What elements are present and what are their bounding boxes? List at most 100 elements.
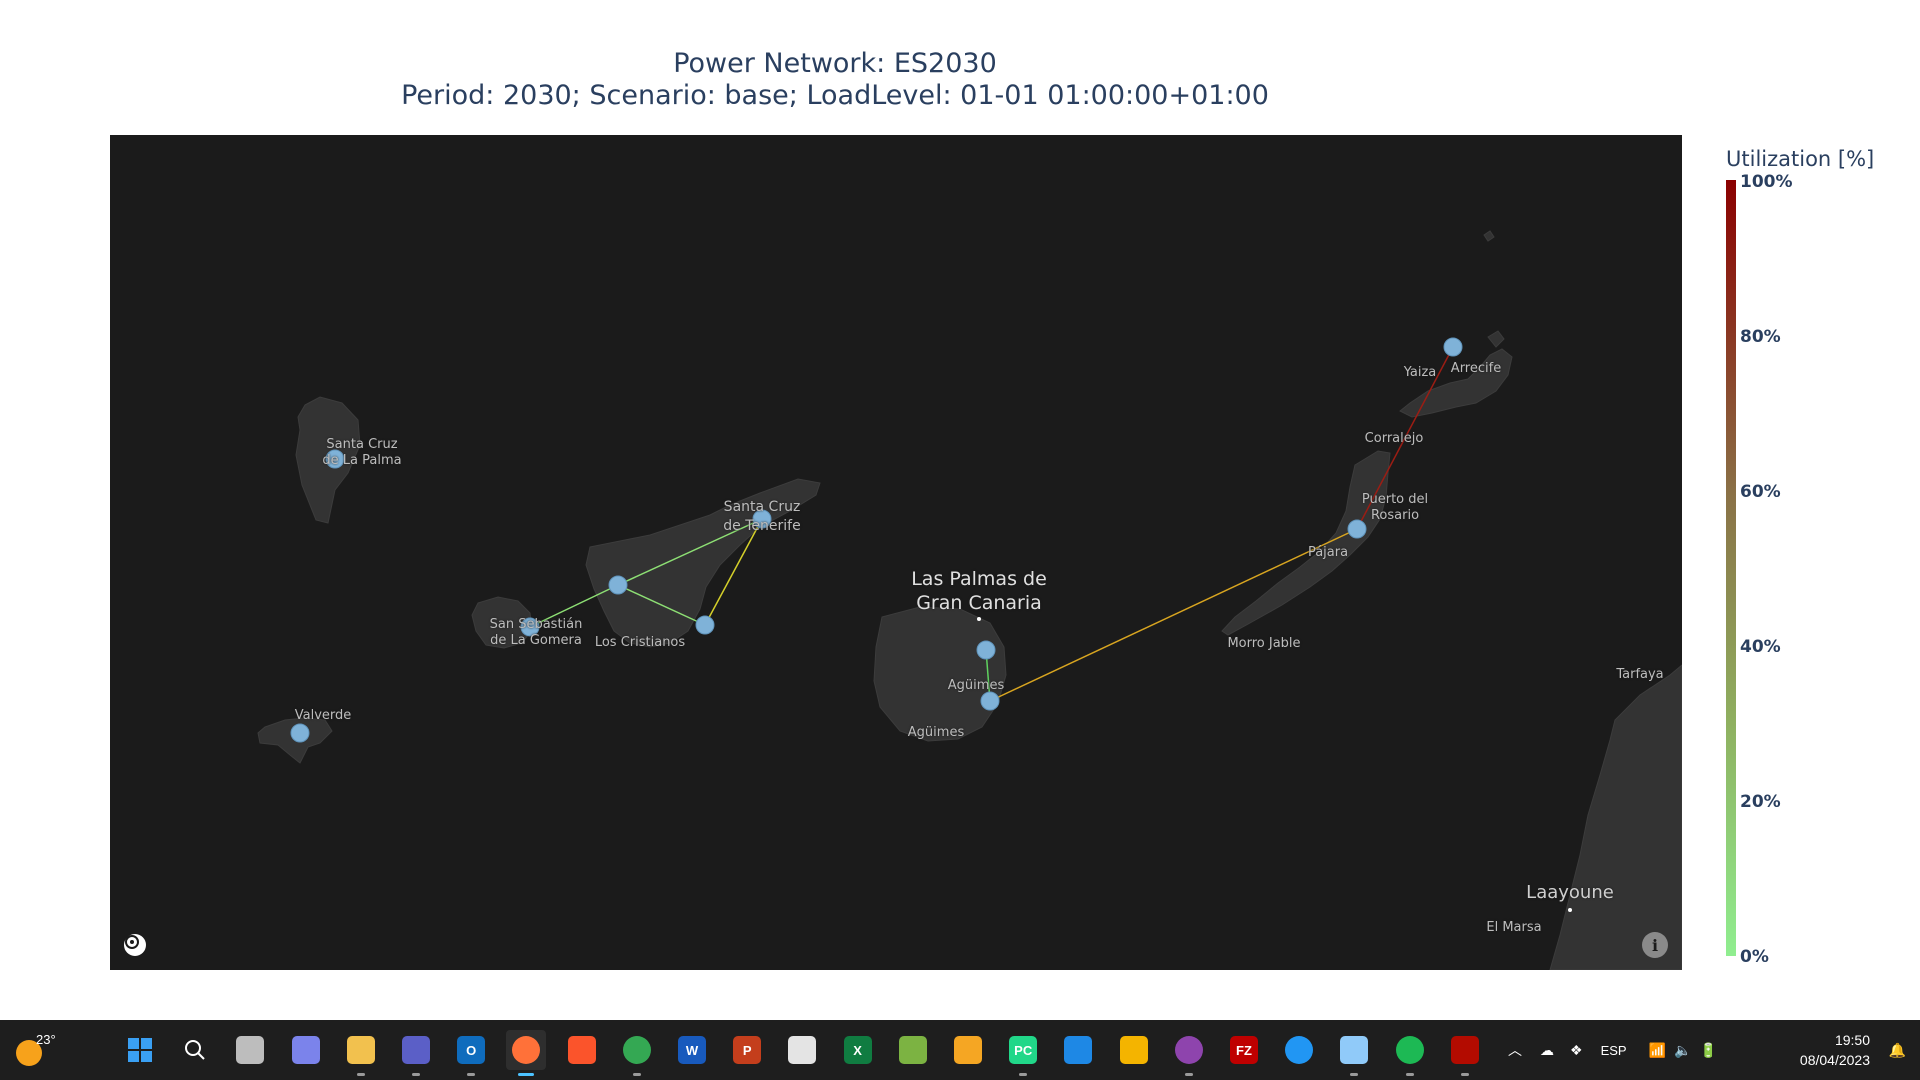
- running-indicator: [632, 1073, 641, 1076]
- taskbar-chart-button[interactable]: [1334, 1030, 1374, 1076]
- volume-icon[interactable]: 🔈: [1674, 1042, 1691, 1059]
- weather-temperature: 23°: [36, 1032, 56, 1047]
- chart-icon: [1340, 1036, 1369, 1064]
- dropbox-icon[interactable]: ❖: [1570, 1042, 1583, 1059]
- teams-chat-icon: [291, 1036, 320, 1064]
- browser-icon: [1285, 1036, 1314, 1064]
- taskbar: 23° O W P X PC FZ ︿ ☁ ❖ ESP 📶 🔈 🔋 19:50 08/04…: [0, 1020, 1920, 1080]
- start-icon: [126, 1036, 154, 1064]
- weather-widget[interactable]: 23°: [14, 1032, 56, 1068]
- taskbar-powerpoint-button[interactable]: P: [727, 1030, 767, 1070]
- node-gran-canaria-north: [976, 640, 996, 660]
- node-gran-canaria-south: [980, 691, 1000, 711]
- excel-icon: X: [843, 1036, 872, 1064]
- running-indicator: [1405, 1073, 1414, 1076]
- teams-icon: [402, 1036, 430, 1064]
- chart-subtitle: Period: 2030; Scenario: base; LoadLevel:…: [401, 80, 1269, 111]
- laayoune-dot: [1568, 908, 1572, 912]
- spotify-icon: [1395, 1036, 1424, 1064]
- taskbar-vscode-button[interactable]: [1058, 1030, 1098, 1070]
- clock[interactable]: 19:50 08/04/2023: [1800, 1030, 1870, 1070]
- taskbar-file-explorer-button[interactable]: [341, 1030, 381, 1076]
- taskbar-search-button[interactable]: [175, 1030, 215, 1070]
- running-indicator: [356, 1073, 365, 1076]
- language-indicator[interactable]: ESP: [1601, 1043, 1627, 1058]
- taskbar-task-view-button[interactable]: [230, 1030, 270, 1070]
- taskbar-file-transfer-button[interactable]: [1114, 1030, 1154, 1070]
- taskbar-acrobat-button[interactable]: [782, 1030, 822, 1070]
- islet-north: [1487, 330, 1505, 348]
- label-puerto-rosario: Puerto del Rosario: [1361, 492, 1429, 523]
- las-palmas-dot: [977, 617, 981, 621]
- islet-far: [1483, 230, 1495, 242]
- colorbar-tick-100: 100%: [1740, 172, 1793, 192]
- battery-icon[interactable]: 🔋: [1699, 1042, 1716, 1059]
- filezilla-icon: FZ: [1230, 1036, 1258, 1064]
- acrobat-icon: [788, 1036, 817, 1064]
- taskbar-spotify-button[interactable]: [1390, 1030, 1430, 1076]
- colorbar-tick-0: 0%: [1740, 947, 1769, 967]
- colorbar-tick-20: 20%: [1740, 792, 1781, 812]
- label-pajara: Pájara: [1307, 545, 1349, 560]
- chart-title: Power Network: ES2030: [673, 48, 997, 79]
- clock-date: 08/04/2023: [1799, 1052, 1870, 1068]
- taskbar-chrome-button[interactable]: [617, 1030, 657, 1076]
- label-valverde: Valverde: [294, 708, 352, 723]
- taskbar-github-desktop-button[interactable]: [1169, 1030, 1209, 1076]
- line-gran-canaria-fuerteventura: [989, 528, 1358, 702]
- taskbar-acrobat-reader-button[interactable]: [1445, 1030, 1485, 1076]
- mapbox-logo-icon[interactable]: [124, 934, 146, 956]
- taskbar-outlook-button[interactable]: O: [451, 1030, 491, 1076]
- running-indicator: [518, 1073, 535, 1076]
- running-indicator: [1019, 1073, 1028, 1076]
- colorbar-gradient: [1726, 180, 1736, 956]
- colorbar-tick-40: 40%: [1740, 637, 1781, 657]
- chevron-up-icon[interactable]: ︿: [1508, 1040, 1522, 1060]
- node-lanzarote: [1443, 337, 1463, 357]
- label-las-palmas: Las Palmas de Gran Canaria: [911, 568, 1047, 614]
- taskbar-filezilla-button[interactable]: FZ: [1224, 1030, 1264, 1070]
- taskbar-brave-button[interactable]: [562, 1030, 602, 1070]
- colorbar-tick-80: 80%: [1740, 327, 1781, 347]
- taskbar-app-button[interactable]: [948, 1030, 988, 1070]
- label-corralejo: Corralejo: [1364, 431, 1424, 446]
- github-desktop-icon: [1174, 1036, 1203, 1064]
- outlook-icon: O: [457, 1036, 486, 1064]
- label-tarfaya: Tarfaya: [1616, 667, 1664, 682]
- label-los-cristianos: Los Cristianos: [594, 635, 686, 650]
- running-indicator: [467, 1073, 476, 1076]
- app-icon: [954, 1036, 982, 1064]
- taskbar-pycharm-button[interactable]: PC: [1003, 1030, 1043, 1076]
- colorbar-title: Utilization [%]: [1726, 147, 1875, 171]
- wifi-icon[interactable]: 📶: [1649, 1042, 1666, 1059]
- colorbar-tick-60: 60%: [1740, 482, 1781, 502]
- taskbar-teams-chat-button[interactable]: [286, 1030, 326, 1070]
- chrome-icon: [622, 1036, 651, 1064]
- running-indicator: [1184, 1073, 1193, 1076]
- label-laayoune: Laayoune: [1526, 882, 1614, 903]
- tray-icons: ︿ ☁ ❖ ESP 📶 🔈 🔋: [1508, 1020, 1717, 1080]
- notification-icon[interactable]: 🔔: [1889, 1020, 1906, 1080]
- taskbar-excel-button[interactable]: X: [838, 1030, 878, 1070]
- taskbar-browser-button[interactable]: [1279, 1030, 1319, 1070]
- vscode-icon: [1064, 1036, 1093, 1064]
- fuerteventura-island: [1221, 450, 1391, 636]
- africa-coast: [1549, 664, 1682, 970]
- firefox-icon: [512, 1036, 541, 1064]
- label-aguimes-2: Agüimes: [907, 725, 965, 740]
- label-yaiza: Yaiza: [1403, 365, 1437, 380]
- clock-time: 19:50: [1834, 1032, 1870, 1048]
- label-santa-cruz-tenerife: Santa Cruz de Tenerife: [723, 499, 801, 534]
- task-view-icon: [236, 1036, 265, 1064]
- taskbar-firefox-button[interactable]: [506, 1030, 547, 1076]
- onedrive-icon[interactable]: ☁: [1540, 1042, 1554, 1059]
- taskbar-word-button[interactable]: W: [672, 1030, 712, 1070]
- node-tenerife-center: [608, 575, 628, 595]
- taskbar-image-editor-button[interactable]: [893, 1030, 933, 1070]
- node-el-hierro: [290, 723, 310, 743]
- taskbar-start-button[interactable]: [120, 1030, 160, 1070]
- node-tenerife-south: [695, 615, 715, 635]
- info-icon[interactable]: i: [1642, 932, 1668, 958]
- taskbar-teams-button[interactable]: [396, 1030, 436, 1076]
- map-canvas[interactable]: Santa Cruz de La Palma Valverde San Sebas…: [110, 135, 1682, 970]
